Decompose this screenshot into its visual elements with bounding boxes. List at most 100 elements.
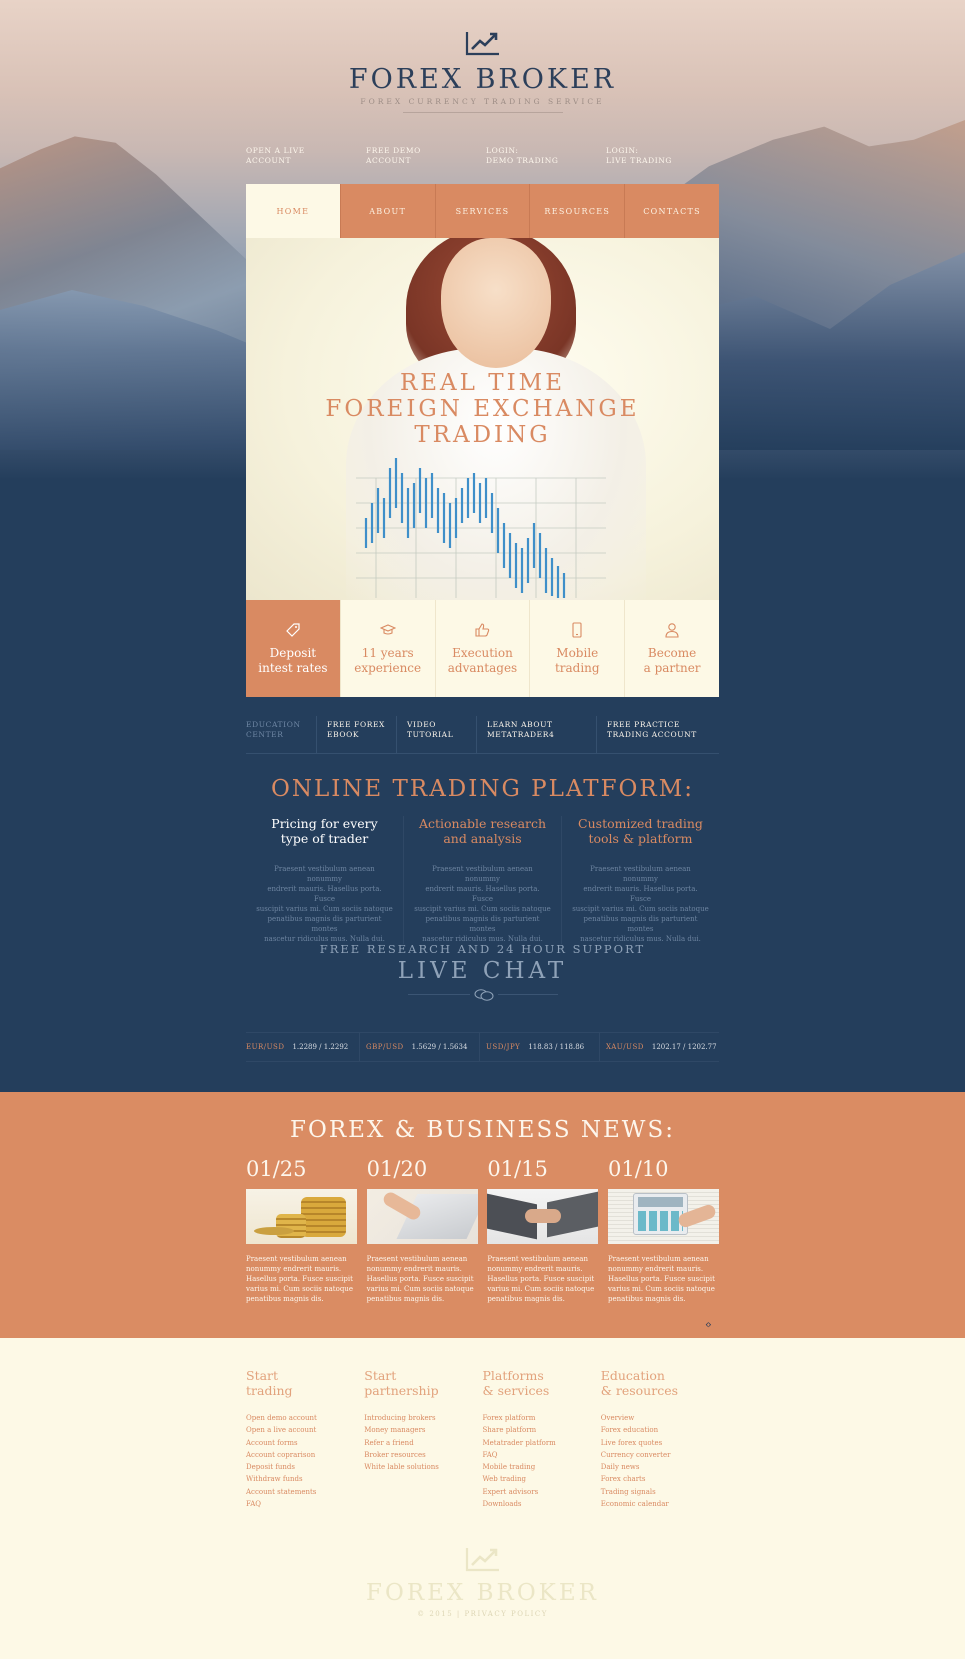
edu-link-practice[interactable]: FREE PRACTICE TRADING ACCOUNT xyxy=(596,716,719,753)
news-list: 01/25 Praesent vestibulum aenean nonummy … xyxy=(246,1157,719,1304)
feature-mobile[interactable]: Mobile trading xyxy=(529,600,624,697)
news-text-line: varius mi. Cum sociis natoque xyxy=(607,1285,715,1293)
brand-name: FOREX BROKER xyxy=(348,64,617,95)
laptop-typing-image[interactable] xyxy=(366,1189,478,1244)
footer-link[interactable]: Web trading xyxy=(483,1473,601,1485)
footer-heading: Platforms & services xyxy=(483,1368,601,1398)
footer-heading-line: Platforms xyxy=(482,1368,544,1383)
footer-link[interactable]: Broker resources xyxy=(364,1449,482,1461)
news-item[interactable]: 01/10 Praesent vestibulum aenean nonummy … xyxy=(607,1157,719,1304)
footer-link[interactable]: Forex platform xyxy=(483,1412,601,1424)
footer-link[interactable]: Forex charts xyxy=(601,1473,719,1485)
footer-link[interactable]: Currency converter xyxy=(601,1449,719,1461)
footer-link[interactable]: Account forms xyxy=(246,1437,364,1449)
news-carousel-arrows[interactable]: ‹› xyxy=(705,1318,712,1331)
top-links: OPEN A LIVE ACCOUNT FREE DEMO ACCOUNT LOGI… xyxy=(246,146,726,166)
news-date: 01/20 xyxy=(366,1157,428,1181)
nav-contacts[interactable]: CONTACTS xyxy=(624,184,719,238)
edu-text: METATRADER4 xyxy=(487,730,555,739)
footer-link[interactable]: Forex education xyxy=(601,1424,719,1436)
edu-text: CENTER xyxy=(246,730,284,739)
footer-link[interactable]: FAQ xyxy=(246,1498,364,1510)
footer-link[interactable]: Open demo account xyxy=(246,1412,364,1424)
platform-text: Praesent vestibulum aenean nonummy endrer… xyxy=(572,864,709,944)
live-chat-link[interactable]: LIVE CHAT xyxy=(0,958,965,984)
news-text: Praesent vestibulum aenean nonummy endrer… xyxy=(367,1254,478,1304)
footer-link[interactable]: Live forex quotes xyxy=(601,1437,719,1449)
footer-link[interactable]: Downloads xyxy=(483,1498,601,1510)
ticker-value: 1202.17 / 1202.77 xyxy=(651,1043,717,1051)
news-date: 01/25 xyxy=(246,1157,307,1181)
footer-link[interactable]: Open a live account xyxy=(246,1424,364,1436)
support-subtitle: FREE RESEARCH AND 24 HOUR SUPPORT xyxy=(319,942,646,956)
nav-services[interactable]: SERVICES xyxy=(434,184,530,238)
calculator-image[interactable] xyxy=(607,1189,719,1244)
footer-link[interactable]: Trading signals xyxy=(601,1486,719,1498)
platform-text-line: suscipit varius mi. Cum sociis natoque xyxy=(256,905,393,913)
top-link-label: LIVE TRADING xyxy=(606,156,673,165)
ticker-pair: EUR/USD xyxy=(246,1043,285,1051)
footer-link[interactable]: Metatrader platform xyxy=(483,1437,601,1449)
footer-link[interactable]: Withdraw funds xyxy=(246,1473,364,1485)
live-chat-section: FREE RESEARCH AND 24 HOUR SUPPORT LIVE C… xyxy=(0,942,965,1002)
footer-link[interactable]: Money managers xyxy=(364,1424,482,1436)
footer-logo[interactable]: FOREX BROKER © 2015 | PRIVACY POLICY xyxy=(0,1546,965,1618)
edu-text: LEARN ABOUT xyxy=(487,720,553,729)
footer-link[interactable]: Deposit funds xyxy=(246,1461,364,1473)
education-center-label: EDUCATION CENTER xyxy=(246,716,316,753)
support-divider xyxy=(407,988,558,1002)
hero-title-line: TRADING xyxy=(414,422,551,448)
ticker-pair: XAU/USD xyxy=(606,1043,644,1051)
footer-link[interactable]: Account coprarison xyxy=(246,1449,364,1461)
top-link-open-live[interactable]: OPEN A LIVE ACCOUNT xyxy=(246,146,366,166)
footer-link[interactable]: Introducing brokers xyxy=(364,1412,482,1424)
gold-coins-image[interactable] xyxy=(246,1189,357,1244)
feature-deposit[interactable]: Deposit intest rates xyxy=(246,600,340,697)
footer-link[interactable]: White lable solutions xyxy=(364,1461,482,1473)
news-text-line: Hasellus porta. Fusce suscipit xyxy=(366,1275,474,1283)
footer-heading-line: partnership xyxy=(364,1383,439,1398)
ticker-value: 1.5629 / 1.5634 xyxy=(411,1043,468,1051)
news-text-line: Praesent vestibulum aenean xyxy=(246,1255,347,1263)
footer-link[interactable]: Expert advisors xyxy=(483,1486,601,1498)
nav-resources[interactable]: RESOURCES xyxy=(529,184,625,238)
platform-heading[interactable]: Pricing for every type of trader xyxy=(256,816,393,846)
footer-link[interactable]: Economic calendar xyxy=(601,1498,719,1510)
platform-heading[interactable]: Customized trading tools & platform xyxy=(572,816,709,846)
feature-experience[interactable]: 11 years experience xyxy=(339,600,435,697)
feature-partner[interactable]: Become a partner xyxy=(624,600,719,697)
edu-link-video[interactable]: VIDEO TUTORIAL xyxy=(396,716,476,753)
ticker-pair: GBP/USD xyxy=(366,1043,404,1051)
top-link-free-demo[interactable]: FREE DEMO ACCOUNT xyxy=(366,146,486,166)
ticker-item: GBP/USD 1.5629 / 1.5634 xyxy=(359,1033,479,1061)
news-item[interactable]: 01/20 Praesent vestibulum aenean nonummy … xyxy=(366,1157,478,1304)
edu-link-metatrader[interactable]: LEARN ABOUT METATRADER4 xyxy=(476,716,596,753)
footer-link[interactable]: Refer a friend xyxy=(364,1437,482,1449)
news-item[interactable]: 01/15 Praesent vestibulum aenean nonummy … xyxy=(487,1157,599,1304)
platform-text: Praesent vestibulum aenean nonummy endrer… xyxy=(256,864,393,944)
footer-link[interactable]: Account statements xyxy=(246,1486,364,1498)
header-logo[interactable]: FOREX BROKER FOREX CURRENCY TRADING SERV… xyxy=(0,30,965,113)
edu-text: VIDEO xyxy=(407,720,437,729)
platform-heading[interactable]: Actionable research and analysis xyxy=(414,816,551,846)
nav-home[interactable]: HOME xyxy=(246,184,340,238)
platform-text-line: endrerit mauris. Hasellus porta. Fusce xyxy=(583,885,698,903)
footer-link[interactable]: FAQ xyxy=(483,1449,601,1461)
footer-link[interactable]: Daily news xyxy=(601,1461,719,1473)
footer-link[interactable]: Share platform xyxy=(483,1424,601,1436)
news-date: 01/15 xyxy=(487,1157,548,1181)
nav-about[interactable]: ABOUT xyxy=(339,184,435,238)
footer-heading: Start partnership xyxy=(364,1368,482,1398)
edu-link-ebook[interactable]: FREE FOREX EBOOK xyxy=(316,716,396,753)
footer-link[interactable]: Mobile trading xyxy=(483,1461,601,1473)
tag-icon xyxy=(286,622,300,637)
ticker-item: XAU/USD 1202.17 / 1202.77 xyxy=(599,1033,719,1061)
footer-link[interactable]: Overview xyxy=(601,1412,719,1424)
top-link-login-live[interactable]: LOGIN: LIVE TRADING xyxy=(606,146,726,166)
news-item[interactable]: 01/25 Praesent vestibulum aenean nonummy … xyxy=(246,1157,357,1304)
footer-column-platforms: Platforms & services Forex platform Share… xyxy=(483,1368,601,1510)
top-link-login-demo[interactable]: LOGIN: DEMO TRADING xyxy=(486,146,606,166)
footer-copyright[interactable]: © 2015 | PRIVACY POLICY xyxy=(0,1610,965,1618)
handshake-image[interactable] xyxy=(487,1189,599,1244)
feature-execution[interactable]: Execution advantages xyxy=(434,600,530,697)
